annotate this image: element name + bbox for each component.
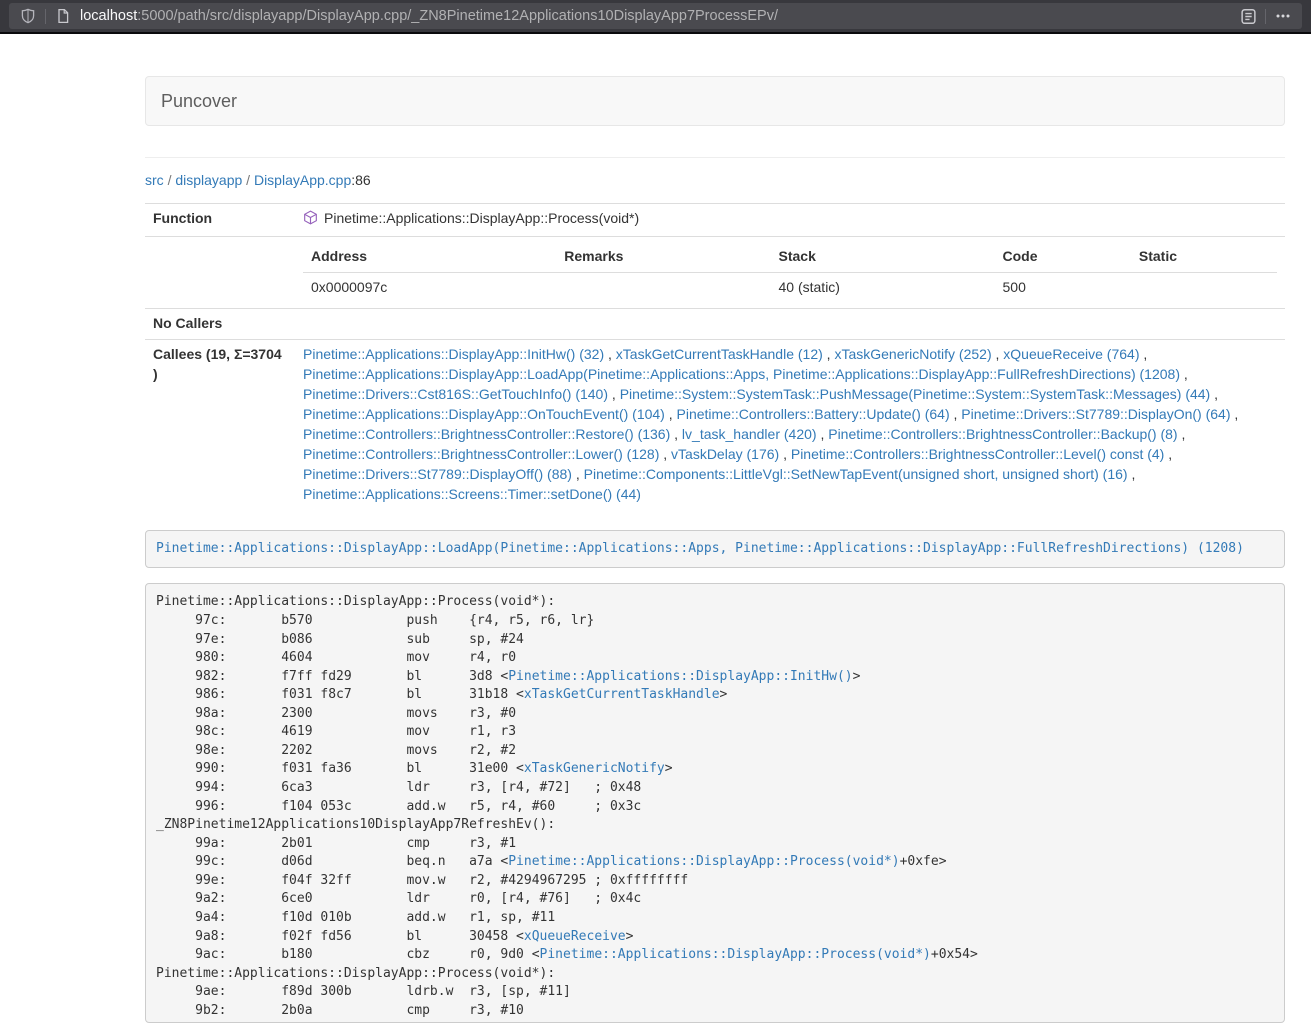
callees-separator: , <box>572 466 584 482</box>
callee-link[interactable]: Pinetime::Controllers::BrightnessControl… <box>303 446 659 462</box>
package-icon <box>303 210 318 231</box>
url-host: localhost <box>80 8 137 24</box>
col-code: Code <box>995 242 1131 272</box>
callees-separator: , <box>604 346 616 362</box>
callees-separator: , <box>992 346 1004 362</box>
asm-symbol-link[interactable]: Pinetime::Applications::DisplayApp::Proc… <box>508 854 899 869</box>
callee-link[interactable]: xTaskGenericNotify (252) <box>834 346 991 362</box>
remarks-value <box>556 272 770 302</box>
shield-icon[interactable] <box>18 6 38 26</box>
callees-label: Callees (19, Σ=3704 ) <box>145 339 295 509</box>
asm-symbol-link[interactable]: Pinetime::Applications::DisplayApp::Init… <box>508 669 852 684</box>
url-bar[interactable]: localhost:5000/path/src/displayapp/Displ… <box>9 3 1302 29</box>
asm-symbol-link[interactable]: xTaskGenericNotify <box>524 761 665 776</box>
url-text[interactable]: localhost:5000/path/src/displayapp/Displ… <box>80 8 1238 24</box>
stack-value: 40 (static) <box>771 272 995 302</box>
disassembly-pre: Pinetime::Applications::DisplayApp::Proc… <box>145 583 1285 1023</box>
callee-link[interactable]: Pinetime::Controllers::BrightnessControl… <box>791 446 1164 462</box>
table-row-stats: Address Remarks Stack Code Static 0x0000… <box>145 236 1285 308</box>
page-actions-menu-icon[interactable] <box>1273 6 1293 26</box>
breadcrumb-link-src[interactable]: src <box>145 172 164 188</box>
stats-row-label <box>145 236 295 308</box>
urlbar-divider-right <box>1265 9 1266 24</box>
callee-link[interactable]: vTaskDelay (176) <box>671 446 779 462</box>
stats-value-row: 0x0000097c 40 (static) 500 <box>303 272 1277 302</box>
stats-header-row: Address Remarks Stack Code Static <box>303 242 1277 272</box>
callee-link[interactable]: Pinetime::Controllers::BrightnessControl… <box>828 426 1177 442</box>
brand-link[interactable]: Puncover <box>146 91 252 112</box>
page-icon[interactable] <box>53 6 73 26</box>
callees-separator: , <box>950 406 962 422</box>
breadcrumb-link-displayapp[interactable]: displayapp <box>175 172 242 188</box>
breadcrumb: src / displayapp / DisplayApp.cpp:86 <box>145 172 1285 188</box>
callees-separator: , <box>1231 406 1239 422</box>
callee-link[interactable]: Pinetime::Applications::DisplayApp::OnTo… <box>303 406 665 422</box>
no-callers-label: No Callers <box>145 308 295 339</box>
callees-separator: , <box>1178 426 1186 442</box>
code-value: 500 <box>995 272 1131 302</box>
browser-toolbar: localhost:5000/path/src/displayapp/Displ… <box>0 0 1311 34</box>
callee-link[interactable]: Pinetime::Components::LittleVgl::SetNewT… <box>584 466 1128 482</box>
callees-separator: , <box>779 446 791 462</box>
address-value: 0x0000097c <box>303 272 556 302</box>
snippet-symbol-link[interactable]: Pinetime::Applications::DisplayApp::Load… <box>156 541 1244 556</box>
callees-separator: , <box>1139 346 1147 362</box>
asm-symbol-link[interactable]: xTaskGetCurrentTaskHandle <box>524 687 720 702</box>
context-snippet: Pinetime::Applications::DisplayApp::Load… <box>145 530 1285 569</box>
table-row-no-callers: No Callers <box>145 308 1285 339</box>
callers-cell <box>295 308 1285 339</box>
col-remarks: Remarks <box>556 242 770 272</box>
callee-link[interactable]: lv_task_handler (420) <box>682 426 817 442</box>
breadcrumb-separator: / <box>168 172 172 188</box>
stats-table: Address Remarks Stack Code Static 0x0000… <box>303 242 1277 303</box>
breadcrumb-line-number: :86 <box>351 172 370 188</box>
function-name-cell: Pinetime::Applications::DisplayApp::Proc… <box>295 204 1285 237</box>
callee-link[interactable]: xTaskGetCurrentTaskHandle (12) <box>616 346 823 362</box>
function-label: Function <box>145 204 295 237</box>
asm-symbol-link[interactable]: Pinetime::Applications::DisplayApp::Proc… <box>540 947 931 962</box>
table-row-function: Function Pinetime::Applications::Display… <box>145 204 1285 237</box>
reader-mode-icon[interactable] <box>1238 6 1258 26</box>
callee-link[interactable]: Pinetime::Drivers::St7789::DisplayOff() … <box>303 466 572 482</box>
static-value <box>1131 272 1277 302</box>
callees-separator: , <box>608 386 620 402</box>
callees-separator: , <box>823 346 835 362</box>
col-static: Static <box>1131 242 1277 272</box>
col-address: Address <box>303 242 556 272</box>
callees-separator: , <box>665 406 677 422</box>
divider <box>145 157 1285 158</box>
callee-link[interactable]: Pinetime::Applications::DisplayApp::Init… <box>303 346 604 362</box>
function-name: Pinetime::Applications::DisplayApp::Proc… <box>324 210 639 226</box>
callee-link[interactable]: Pinetime::Applications::Screens::Timer::… <box>303 486 641 502</box>
callees-separator: , <box>817 426 829 442</box>
callees-separator: , <box>1180 366 1188 382</box>
callees-separator: , <box>1210 386 1218 402</box>
url-path: :5000/path/src/displayapp/DisplayApp.cpp… <box>137 8 778 24</box>
col-stack: Stack <box>771 242 995 272</box>
asm-symbol-link[interactable]: xQueueReceive <box>524 929 626 944</box>
callee-link[interactable]: Pinetime::System::SystemTask::PushMessag… <box>620 386 1211 402</box>
callee-link[interactable]: Pinetime::Applications::DisplayApp::Load… <box>303 366 1180 382</box>
callees-separator: , <box>1128 466 1136 482</box>
callee-link[interactable]: Pinetime::Controllers::BrightnessControl… <box>303 426 670 442</box>
function-table: Function Pinetime::Applications::Display… <box>145 203 1285 510</box>
callees-separator: , <box>670 426 682 442</box>
callees-separator: , <box>1164 446 1172 462</box>
breadcrumb-separator: / <box>246 172 250 188</box>
callees-list: Pinetime::Applications::DisplayApp::Init… <box>295 339 1285 509</box>
page-content: Puncover src / displayapp / DisplayApp.c… <box>145 76 1285 1023</box>
callee-link[interactable]: xQueueReceive (764) <box>1003 346 1139 362</box>
urlbar-divider <box>45 9 46 24</box>
navbar: Puncover <box>145 76 1285 126</box>
callees-separator: , <box>659 446 671 462</box>
breadcrumb-link-file[interactable]: DisplayApp.cpp <box>254 172 351 188</box>
stats-cell: Address Remarks Stack Code Static 0x0000… <box>295 236 1285 308</box>
table-row-callees: Callees (19, Σ=3704 ) Pinetime::Applicat… <box>145 339 1285 509</box>
callee-link[interactable]: Pinetime::Drivers::St7789::DisplayOn() (… <box>961 406 1230 422</box>
callee-link[interactable]: Pinetime::Controllers::Battery::Update()… <box>677 406 950 422</box>
callee-link[interactable]: Pinetime::Drivers::Cst816S::GetTouchInfo… <box>303 386 608 402</box>
